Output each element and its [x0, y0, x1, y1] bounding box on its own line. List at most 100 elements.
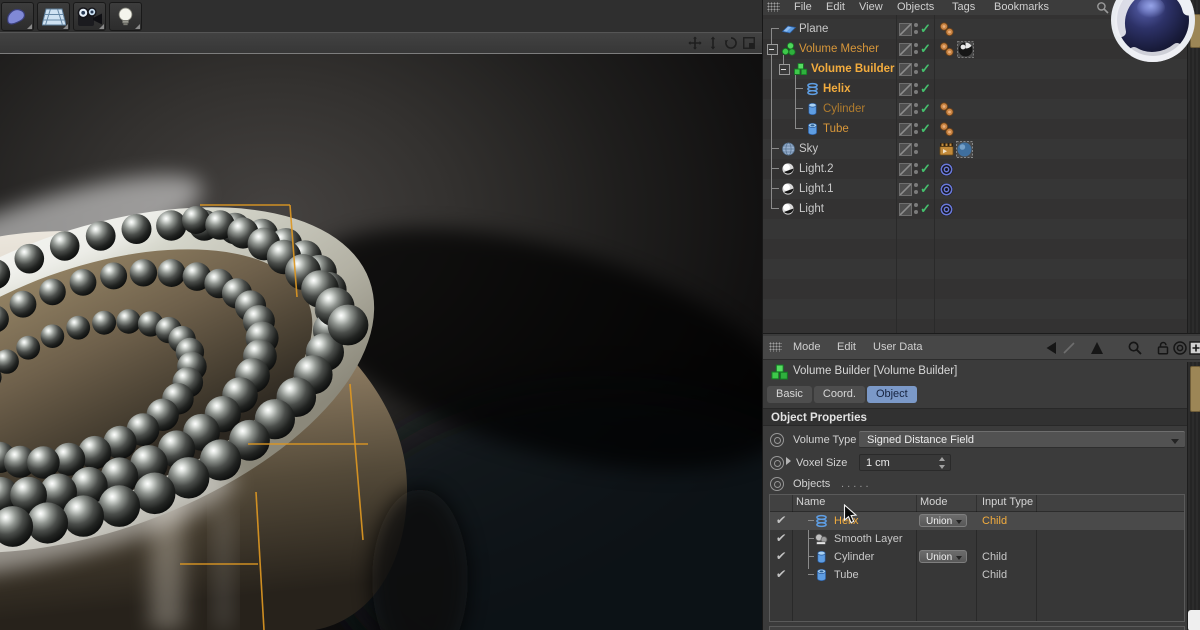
target-tag-icon[interactable] — [939, 182, 954, 197]
am-menu-mode[interactable]: Mode — [793, 341, 821, 353]
enabled-check-icon[interactable]: ✓ — [920, 41, 931, 57]
expand-toggle-icon[interactable] — [779, 64, 790, 75]
enabled-check-icon[interactable]: ✓ — [920, 201, 931, 217]
tube-icon[interactable] — [805, 122, 820, 136]
volume-type-dropdown[interactable]: Signed Distance Field — [859, 431, 1185, 448]
orange-dots-tag-icon[interactable] — [939, 41, 955, 58]
light-tool-button[interactable] — [109, 2, 142, 31]
col-mode[interactable]: Mode — [920, 496, 948, 508]
volume-mesher-icon[interactable] — [781, 42, 796, 56]
layer-color-chip[interactable] — [899, 143, 912, 156]
layer-color-chip[interactable] — [899, 63, 912, 76]
tab-basic[interactable]: Basic — [767, 386, 812, 403]
back-icon[interactable] — [1043, 340, 1059, 356]
am-menu-edit[interactable]: Edit — [837, 341, 856, 353]
visibility-dots[interactable] — [914, 43, 918, 55]
voxel-size-key-radio[interactable] — [770, 456, 784, 470]
material-blue-tag-icon[interactable] — [956, 140, 973, 158]
enabled-check-icon[interactable]: ✓ — [920, 121, 931, 137]
enabled-check-icon[interactable]: ✓ — [920, 61, 931, 77]
layer-color-chip[interactable] — [899, 123, 912, 136]
viewport-pan-icon[interactable] — [687, 35, 702, 50]
am-scrollbar-thumb[interactable] — [1190, 366, 1200, 412]
panel-grip-icon[interactable] — [769, 342, 782, 352]
object-row-sky[interactable]: Sky — [763, 139, 1187, 159]
col-name[interactable]: Name — [796, 496, 825, 508]
objects-key-radio[interactable] — [770, 477, 784, 491]
orange-dots-tag-icon[interactable] — [939, 21, 955, 38]
enabled-check-icon[interactable]: ✓ — [920, 101, 931, 117]
row-check-icon[interactable]: ✔ — [775, 513, 787, 527]
tab-object[interactable]: Object — [866, 386, 917, 403]
om-menu-tags[interactable]: Tags — [952, 1, 975, 13]
object-row-light[interactable]: Light ✓ — [763, 199, 1187, 219]
om-menu-edit[interactable]: Edit — [826, 1, 845, 13]
table-row-smooth-layer[interactable]: ✔ Smooth Layer — [770, 530, 1184, 548]
visibility-dots[interactable] — [914, 83, 918, 95]
visibility-dots[interactable] — [914, 203, 918, 215]
visibility-dots[interactable] — [914, 23, 918, 35]
viewport-dolly-zoom-icon[interactable] — [705, 35, 720, 50]
orange-dots-tag-icon[interactable] — [939, 101, 955, 118]
visibility-dots[interactable] — [914, 183, 918, 195]
panel-resize-handle[interactable] — [1188, 610, 1200, 630]
row-check-icon[interactable]: ✔ — [775, 531, 787, 545]
helix-icon[interactable] — [805, 82, 820, 96]
table-row-helix[interactable]: ✔ Helix Union Child — [770, 512, 1184, 530]
om-menu-file[interactable]: File — [794, 1, 812, 13]
viewport-render-area[interactable] — [0, 54, 762, 630]
object-row-light-2[interactable]: Light.2 ✓ — [763, 159, 1187, 179]
visibility-dots[interactable] — [914, 143, 918, 155]
layer-color-chip[interactable] — [899, 23, 912, 36]
target-tag-icon[interactable] — [939, 202, 954, 217]
visibility-dots[interactable] — [914, 123, 918, 135]
am-scrollbar[interactable] — [1187, 362, 1200, 630]
layer-color-chip[interactable] — [899, 43, 912, 56]
light-icon[interactable] — [781, 202, 796, 216]
object-row-helix[interactable]: Helix ✓ — [763, 79, 1187, 99]
add-icon[interactable] — [1188, 340, 1200, 356]
enabled-check-icon[interactable]: ✓ — [920, 21, 931, 37]
col-input-type[interactable]: Input Type — [982, 496, 1033, 508]
row-check-icon[interactable]: ✔ — [775, 549, 787, 563]
table-row-cylinder[interactable]: ✔ Cylinder Union Child — [770, 548, 1184, 566]
volume-builder-icon[interactable] — [793, 62, 808, 76]
voxel-size-stepper[interactable] — [938, 457, 947, 469]
light-icon[interactable] — [781, 182, 796, 196]
object-row-tube[interactable]: Tube ✓ — [763, 119, 1187, 139]
camera-tool-button[interactable] — [73, 2, 106, 31]
mode-dropdown[interactable]: Union — [919, 550, 967, 563]
layer-color-chip[interactable] — [899, 83, 912, 96]
search-icon[interactable] — [1127, 340, 1143, 356]
viewport-rotate-icon[interactable] — [723, 35, 738, 50]
voxel-size-field[interactable]: 1 cm — [859, 454, 951, 471]
visibility-dots[interactable] — [914, 103, 918, 115]
enabled-check-icon[interactable]: ✓ — [920, 81, 931, 97]
material-dark-tag-icon[interactable] — [957, 40, 974, 58]
enabled-check-icon[interactable]: ✓ — [920, 181, 931, 197]
floor-tool-button[interactable] — [37, 2, 70, 31]
target-tag-icon[interactable] — [939, 162, 954, 177]
light-icon[interactable] — [781, 162, 796, 176]
enabled-check-icon[interactable]: ✓ — [920, 161, 931, 177]
expand-toggle-icon[interactable] — [767, 44, 778, 55]
om-menu-bookmarks[interactable]: Bookmarks — [994, 1, 1049, 13]
orange-dots-tag-icon[interactable] — [939, 121, 955, 138]
spline-pen-tool-button[interactable] — [1, 2, 34, 31]
layer-color-chip[interactable] — [899, 103, 912, 116]
table-row-tube[interactable]: ✔ Tube Child — [770, 566, 1184, 584]
expand-arrow-icon[interactable] — [786, 457, 791, 465]
am-menu-userdata[interactable]: User Data — [873, 341, 923, 353]
row-check-icon[interactable]: ✔ — [775, 567, 787, 581]
volume-type-key-radio[interactable] — [770, 433, 784, 447]
target-icon[interactable] — [1172, 340, 1188, 356]
object-row-light-1[interactable]: Light.1 ✓ — [763, 179, 1187, 199]
layer-color-chip[interactable] — [899, 183, 912, 196]
viewport-toggle-maximize-icon[interactable] — [741, 35, 756, 50]
layer-color-chip[interactable] — [899, 203, 912, 216]
plane-icon[interactable] — [781, 22, 797, 36]
mode-dropdown[interactable]: Union — [919, 514, 967, 527]
clapboard-tag-icon[interactable] — [939, 142, 954, 156]
object-row-cylinder[interactable]: Cylinder ✓ — [763, 99, 1187, 119]
tab-coord[interactable]: Coord. — [813, 386, 865, 403]
